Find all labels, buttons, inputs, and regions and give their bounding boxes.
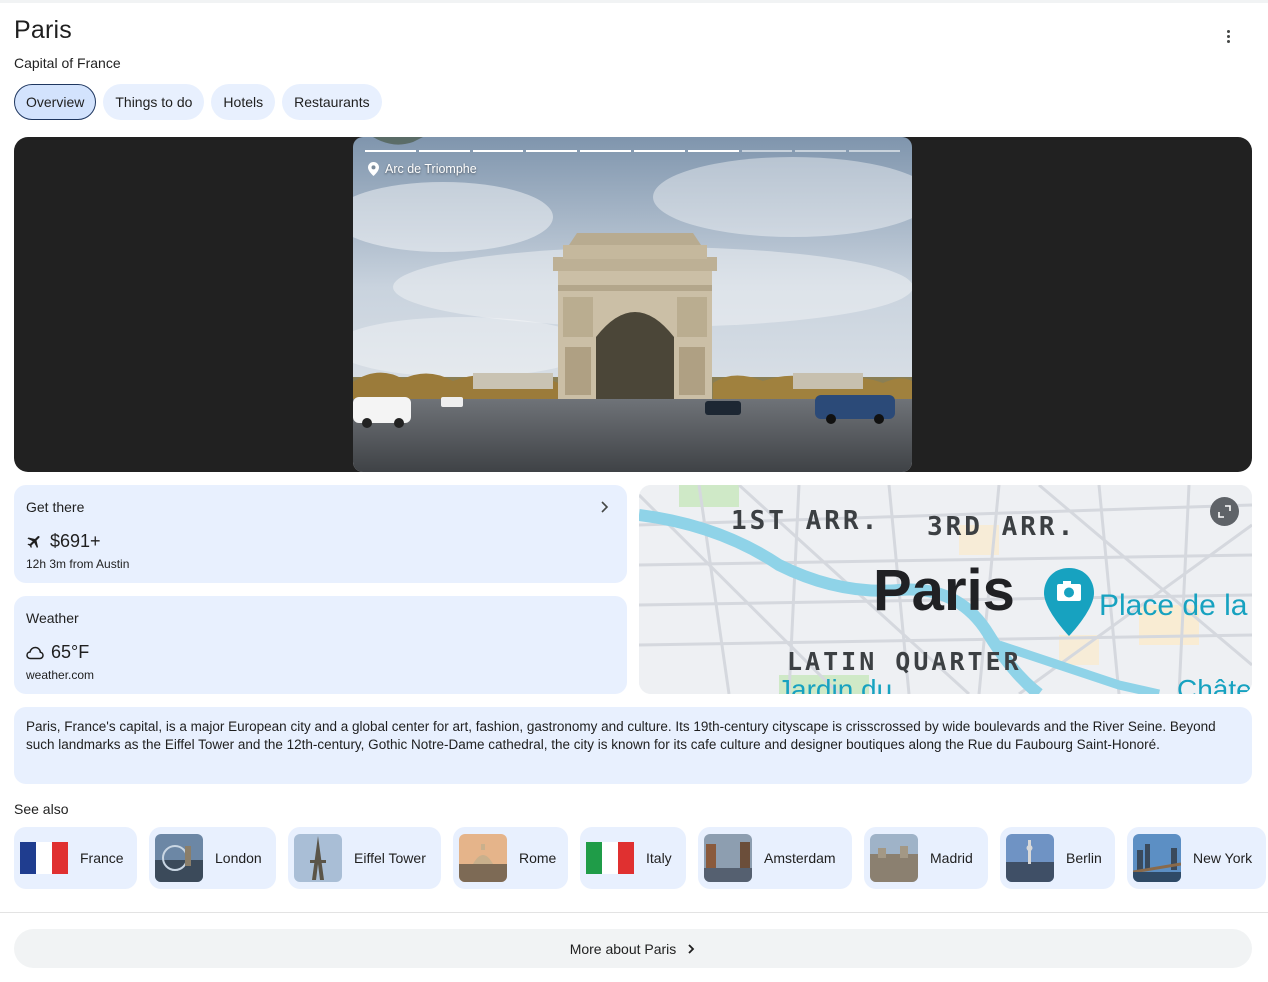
map-label-jardin: Jardin du (777, 674, 892, 694)
chevron-right-icon (601, 501, 609, 513)
see-also-label: Berlin (1066, 850, 1102, 866)
cloud-icon (26, 646, 44, 659)
see-also-eiffel-tower[interactable]: Eiffel Tower (288, 827, 441, 889)
see-also-label: Italy (646, 850, 672, 866)
map-label-1st-arr: 1ST ARR. (731, 506, 880, 536)
see-also-madrid[interactable]: Madrid (864, 827, 988, 889)
see-also-label: London (215, 850, 262, 866)
temperature: 65°F (51, 642, 90, 662)
location-label: Arc de Triomphe (368, 162, 477, 176)
weather-card[interactable]: Weather 65°F weather.com (14, 596, 627, 694)
photo-image (353, 137, 912, 472)
map[interactable]: 1ST ARR. 3RD ARR. Paris LATIN QUARTER Pl… (639, 485, 1252, 694)
see-also-rome[interactable]: Rome (453, 827, 568, 889)
more-about-label: More about Paris (569, 940, 677, 957)
amsterdam-photo-icon (704, 834, 752, 882)
weather-source: weather.com (26, 668, 95, 682)
get-there-title: Get there (26, 499, 85, 515)
see-also-list: France London Eiffel Tower Rome Italy Am… (14, 827, 1266, 889)
more-options-icon[interactable] (1216, 24, 1240, 48)
france-flag-icon (20, 834, 68, 882)
arc-de-triomphe-photo[interactable]: Arc de Triomphe (353, 137, 912, 472)
map-label-latin-quarter: LATIN QUARTER (787, 647, 1022, 676)
map-label-place: Place de la (1099, 589, 1248, 622)
weather-title: Weather (26, 610, 79, 626)
get-there-value: $691+ (26, 531, 101, 552)
see-also-label: Eiffel Tower (354, 850, 426, 866)
see-also-label: Madrid (930, 850, 973, 866)
see-also-amsterdam[interactable]: Amsterdam (698, 827, 852, 889)
see-also-italy[interactable]: Italy (580, 827, 686, 889)
madrid-photo-icon (870, 834, 918, 882)
tab-hotels[interactable]: Hotels (211, 84, 276, 120)
tab-overview[interactable]: Overview (14, 84, 97, 120)
media-carousel[interactable]: Arc de Triomphe (14, 137, 1252, 472)
page-title: Paris (14, 16, 72, 44)
map-label-paris: Paris (873, 558, 1015, 623)
top-divider (0, 0, 1268, 3)
tab-restaurants[interactable]: Restaurants (282, 84, 382, 120)
map-label-3rd-arr: 3RD ARR. (927, 512, 1076, 542)
get-there-card[interactable]: Get there $691+ 12h 3m from Austin (14, 485, 627, 583)
more-about-paris-button[interactable]: More about Paris (14, 929, 1252, 968)
slide-progress-bar (365, 150, 900, 152)
see-also-france[interactable]: France (14, 827, 137, 889)
airplane-icon (27, 535, 40, 549)
see-also-london[interactable]: London (149, 827, 276, 889)
location-pin-icon (368, 162, 379, 176)
map-graphic: 1ST ARR. 3RD ARR. Paris LATIN QUARTER Pl… (639, 485, 1252, 694)
tab-bar: Overview Things to do Hotels Restaurants (14, 84, 382, 120)
eiffel-tower-photo-icon (294, 834, 342, 882)
flight-price: $691+ (50, 531, 101, 551)
see-also-new-york[interactable]: New York (1127, 827, 1266, 889)
berlin-photo-icon (1006, 834, 1054, 882)
weather-value: 65°F (26, 642, 89, 663)
tab-things-to-do[interactable]: Things to do (103, 84, 205, 120)
new-york-photo-icon (1133, 834, 1181, 882)
page-subtitle: Capital of France (14, 55, 121, 71)
see-also-label: France (80, 850, 124, 866)
see-also-berlin[interactable]: Berlin (1000, 827, 1115, 889)
expand-map-button[interactable] (1210, 497, 1239, 526)
footer-divider (0, 912, 1268, 913)
see-also-label: Amsterdam (764, 850, 836, 866)
expand-icon (1218, 505, 1231, 518)
map-label-chate: Châte (1177, 674, 1252, 694)
italy-flag-icon (586, 834, 634, 882)
see-also-label: New York (1193, 850, 1253, 866)
rome-photo-icon (459, 834, 507, 882)
location-label-text: Arc de Triomphe (385, 162, 477, 176)
flight-detail: 12h 3m from Austin (26, 557, 130, 571)
see-also-label: Rome (519, 850, 557, 866)
description-card: Paris, France's capital, is a major Euro… (14, 707, 1252, 784)
see-also-heading: See also (14, 801, 69, 817)
london-photo-icon (155, 834, 203, 882)
chevron-right-icon (688, 943, 695, 954)
